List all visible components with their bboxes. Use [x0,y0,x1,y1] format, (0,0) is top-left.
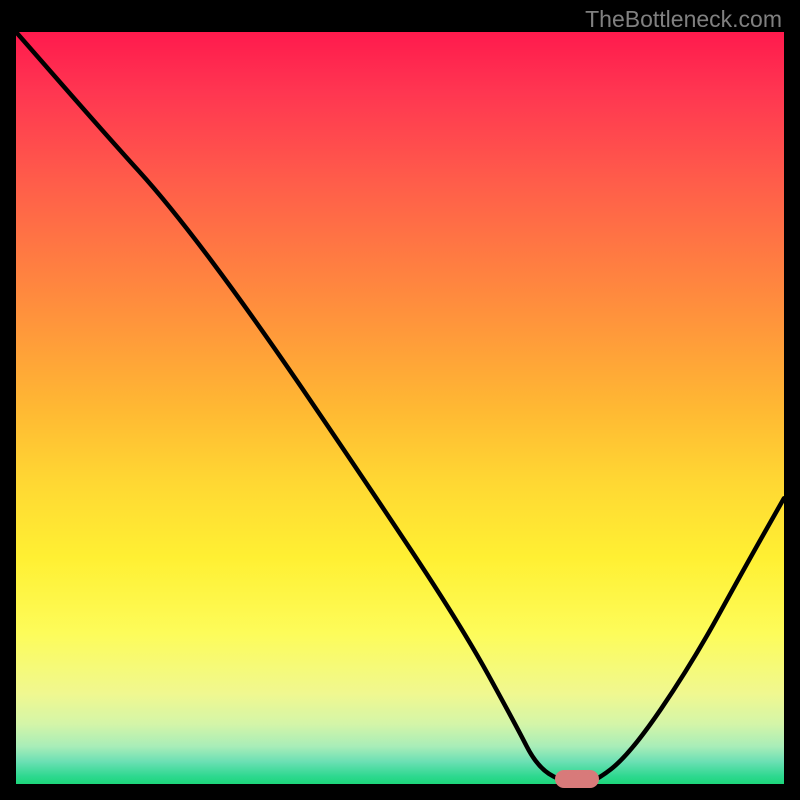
chart-plot-area [16,32,784,784]
curve-layer [16,32,784,784]
watermark-text: TheBottleneck.com [585,6,782,33]
optimal-marker [555,770,599,788]
bottleneck-curve [16,32,784,784]
